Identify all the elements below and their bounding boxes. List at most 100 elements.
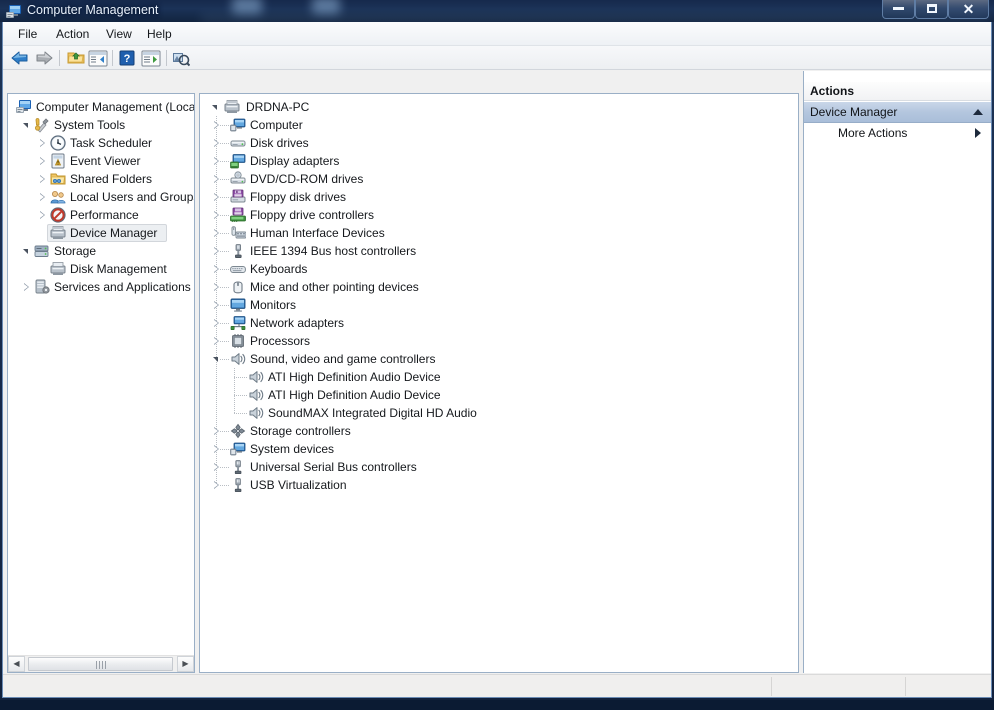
- collapse-triangle-icon[interactable]: [22, 116, 32, 134]
- scroll-left-arrow-icon[interactable]: ◀: [8, 656, 25, 672]
- device-tree-row[interactable]: Sound, video and game controllers: [200, 350, 798, 368]
- device-tree-row[interactable]: Floppy disk drives: [200, 188, 798, 206]
- expand-chevron-icon[interactable]: [212, 458, 222, 476]
- device-tree-row[interactable]: Human Interface Devices: [200, 224, 798, 242]
- refresh-icon[interactable]: [170, 48, 192, 68]
- computer-management-window: Computer Management ✕ File Action View H…: [0, 0, 994, 700]
- expand-chevron-icon[interactable]: [212, 296, 222, 314]
- sidebar-item-storage[interactable]: Storage: [8, 242, 194, 260]
- device-tree-row[interactable]: Display adapters: [200, 152, 798, 170]
- sidebar-item-label: Shared Folders: [70, 172, 153, 186]
- expand-chevron-icon[interactable]: [212, 170, 222, 188]
- chevron-up-icon[interactable]: [973, 109, 983, 115]
- menu-view[interactable]: View: [99, 26, 139, 43]
- menu-file[interactable]: File: [11, 26, 44, 43]
- scroll-right-arrow-icon[interactable]: ▶: [177, 656, 194, 672]
- sidebar-item-system-tools[interactable]: System Tools: [8, 116, 194, 134]
- sidebar-item-task-scheduler[interactable]: Task Scheduler: [8, 134, 194, 152]
- expand-chevron-icon[interactable]: [212, 152, 222, 170]
- device-tree-row[interactable]: USB Virtualization: [200, 476, 798, 494]
- device-tree-row[interactable]: Universal Serial Bus controllers: [200, 458, 798, 476]
- device-tree-root[interactable]: DRDNA-PC: [200, 98, 798, 116]
- device-tree-row[interactable]: Computer: [200, 116, 798, 134]
- title-bar[interactable]: Computer Management ✕: [0, 0, 994, 22]
- expand-chevron-icon[interactable]: [212, 206, 222, 224]
- sidebar-item-label: Event Viewer: [70, 154, 141, 168]
- expand-chevron-icon[interactable]: [212, 476, 222, 494]
- expand-chevron-icon[interactable]: [212, 224, 222, 242]
- maximize-button[interactable]: [915, 0, 948, 19]
- sidebar-item-disk-management[interactable]: Disk Management: [8, 260, 194, 278]
- properties-icon[interactable]: [140, 48, 162, 68]
- device-tree-row[interactable]: ATI High Definition Audio Device: [200, 386, 798, 404]
- computer-node-icon: [224, 99, 240, 115]
- expand-chevron-icon[interactable]: [212, 278, 222, 296]
- expand-chevron-icon[interactable]: [212, 242, 222, 260]
- device-tree-row[interactable]: ATI High Definition Audio Device: [200, 368, 798, 386]
- expand-chevron-icon[interactable]: [212, 332, 222, 350]
- expand-chevron-icon[interactable]: [212, 134, 222, 152]
- status-cell: [771, 677, 905, 696]
- device-tree-row[interactable]: Storage controllers: [200, 422, 798, 440]
- sidebar-item-label: Storage: [54, 244, 97, 258]
- expand-chevron-icon[interactable]: [212, 116, 222, 134]
- toolbar-separator: [112, 50, 113, 66]
- device-tree-row[interactable]: Mice and other pointing devices: [200, 278, 798, 296]
- device-tree-row[interactable]: DVD/CD-ROM drives: [200, 170, 798, 188]
- chevron-right-icon: [975, 128, 981, 138]
- more-actions-item[interactable]: More Actions: [804, 123, 991, 143]
- device-tree-row[interactable]: Network adapters: [200, 314, 798, 332]
- sidebar-item-local-users-and-groups[interactable]: Local Users and Groups: [8, 188, 194, 206]
- device-tree-row[interactable]: SoundMAX Integrated Digital HD Audio: [200, 404, 798, 422]
- expand-chevron-icon[interactable]: [38, 206, 48, 224]
- expand-chevron-icon[interactable]: [212, 188, 222, 206]
- device-tree-row[interactable]: IEEE 1394 Bus host controllers: [200, 242, 798, 260]
- sidebar-item-services-and-applications[interactable]: Services and Applications: [8, 278, 194, 296]
- close-button[interactable]: ✕: [948, 0, 989, 19]
- expand-chevron-icon[interactable]: [38, 188, 48, 206]
- console-tree-hscrollbar[interactable]: ◀ ▶: [8, 655, 194, 672]
- collapse-triangle-icon[interactable]: [212, 350, 222, 368]
- sidebar-item-label: Local Users and Groups: [70, 190, 194, 204]
- actions-group-device-manager[interactable]: Device Manager: [804, 102, 991, 123]
- device-tree-row[interactable]: Processors: [200, 332, 798, 350]
- expand-chevron-icon[interactable]: [38, 134, 48, 152]
- device-item-label: Monitors: [250, 298, 297, 312]
- device-tree-row[interactable]: Keyboards: [200, 260, 798, 278]
- device-tree-row[interactable]: Disk drives: [200, 134, 798, 152]
- expand-chevron-icon[interactable]: [38, 170, 48, 188]
- device-tree-row[interactable]: Floppy drive controllers: [200, 206, 798, 224]
- sidebar-item-performance[interactable]: Performance: [8, 206, 194, 224]
- expand-chevron-icon[interactable]: [212, 260, 222, 278]
- help-icon[interactable]: ?: [116, 48, 138, 68]
- speaker-icon: [230, 351, 246, 367]
- sidebar-item-label: Device Manager: [70, 226, 158, 240]
- sidebar-item-shared-folders[interactable]: Shared Folders: [8, 170, 194, 188]
- device-tree-row[interactable]: Monitors: [200, 296, 798, 314]
- minimize-button[interactable]: [882, 0, 915, 19]
- expand-chevron-icon[interactable]: [212, 440, 222, 458]
- expand-chevron-icon[interactable]: [38, 152, 48, 170]
- menu-help[interactable]: Help: [140, 26, 179, 43]
- back-icon[interactable]: [9, 48, 31, 68]
- expand-chevron-icon[interactable]: [212, 422, 222, 440]
- device-item-label: Computer: [250, 118, 303, 132]
- show-console-tree-icon[interactable]: [87, 48, 109, 68]
- console-tree-pane[interactable]: Computer Management (Local System Tools Ta…: [7, 93, 195, 673]
- sidebar-item-device-manager[interactable]: Device Manager: [8, 224, 194, 242]
- scrollbar-thumb[interactable]: [28, 657, 173, 671]
- menu-action[interactable]: Action: [49, 26, 96, 43]
- device-tree-row[interactable]: System devices: [200, 440, 798, 458]
- disk-drive-icon: [230, 135, 246, 151]
- collapse-triangle-icon[interactable]: [212, 105, 217, 110]
- up-folder-icon[interactable]: [65, 48, 87, 68]
- expand-chevron-icon[interactable]: [22, 278, 32, 296]
- console-tree-root[interactable]: Computer Management (Local: [8, 98, 194, 116]
- expand-chevron-icon[interactable]: [212, 314, 222, 332]
- sidebar-item-event-viewer[interactable]: Event Viewer: [8, 152, 194, 170]
- sidebar-item-label: Disk Management: [70, 262, 167, 276]
- forward-icon[interactable]: [33, 48, 55, 68]
- device-manager-pane[interactable]: DRDNA-PC Computer Disk drives Display adapt…: [199, 93, 799, 673]
- device-item-label: IEEE 1394 Bus host controllers: [250, 244, 417, 258]
- collapse-triangle-icon[interactable]: [22, 242, 32, 260]
